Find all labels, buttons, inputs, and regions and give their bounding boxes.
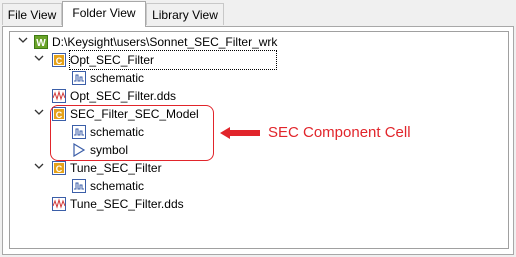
tab-file-view[interactable]: File View — [2, 3, 62, 25]
workspace-w-icon: W — [34, 35, 48, 49]
dds-waveform-icon — [52, 197, 66, 211]
chevron-down-icon[interactable] — [16, 34, 30, 50]
cell-c-icon: C — [52, 161, 66, 175]
cell-label-tune: Tune_SEC_Filter — [70, 161, 162, 175]
dds-waveform-icon — [52, 89, 66, 103]
svg-text:W: W — [36, 38, 46, 49]
schematic-icon — [72, 179, 86, 193]
chevron-down-icon[interactable] — [32, 106, 46, 122]
tab-bar: File View Folder View Library View — [0, 0, 516, 27]
callout-label: SEC Component Cell — [268, 124, 411, 141]
file-label: Tune_SEC_Filter.dds — [70, 197, 184, 211]
file-label: Opt_SEC_Filter.dds — [70, 89, 177, 103]
svg-text:C: C — [56, 56, 63, 66]
workspace-label: D:\Keysight\users\Sonnet_SEC_Filter_wrk — [52, 35, 278, 49]
folder-tree[interactable]: W D:\Keysight\users\Sonnet_SEC_Filter_wr… — [9, 31, 509, 249]
folder-view-panel: W D:\Keysight\users\Sonnet_SEC_Filter_wr… — [2, 26, 514, 255]
chevron-down-icon[interactable] — [32, 160, 46, 176]
chevron-down-icon[interactable] — [32, 52, 46, 68]
svg-text:C: C — [56, 164, 63, 174]
view-label: schematic — [90, 71, 145, 85]
callout-highlight-box — [50, 105, 214, 161]
tab-library-view[interactable]: Library View — [146, 3, 224, 25]
schematic-icon — [72, 71, 86, 85]
view-label: schematic — [90, 179, 145, 193]
tab-folder-view[interactable]: Folder View — [62, 1, 146, 27]
cell-label-opt: Opt_SEC_Filter — [69, 50, 277, 70]
callout-arrow-icon — [220, 127, 260, 139]
cell-c-icon: C — [52, 53, 66, 67]
